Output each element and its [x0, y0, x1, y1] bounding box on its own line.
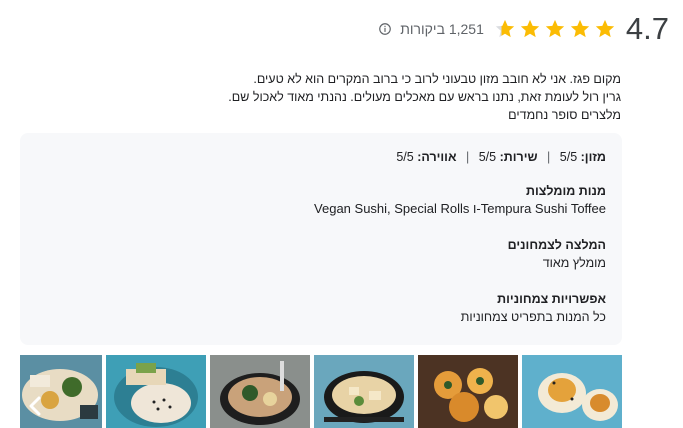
section-title: מנות מומלצות	[526, 184, 606, 198]
food-photo[interactable]	[522, 355, 622, 428]
reviews-label[interactable]: 1,251 ביקורות	[400, 21, 484, 37]
service-label: שירות:	[499, 150, 538, 164]
photo-strip[interactable]	[20, 355, 622, 428]
food-score: 5/5	[559, 150, 578, 164]
separator: |	[465, 150, 470, 164]
vegetarian-options: אפשרויות צמחוניות כל המנות בתפריט צמחוני…	[36, 290, 606, 326]
food-photo-icon	[418, 355, 518, 428]
food-photo-icon	[106, 355, 206, 428]
food-photo[interactable]	[314, 355, 414, 428]
rating-summary: 4.7 1,251 ביקורות	[349, 8, 669, 50]
section-value: כל המנות בתפריט צמחוניות	[460, 310, 606, 324]
prev-photos-button[interactable]	[24, 392, 46, 420]
section-title: אפשרויות צמחוניות	[497, 292, 606, 306]
review-line: מקום פגז. אני לא חובב מזון טבעוני לרוב כ…	[253, 72, 621, 86]
rating-stars	[494, 18, 616, 40]
rating-score: 4.7	[625, 11, 669, 46]
star-icon	[595, 19, 615, 38]
section-value: Tempura Sushi Toffee-ו Vegan Sushi, Spec…	[314, 201, 606, 216]
food-photo[interactable]	[106, 355, 206, 428]
recommended-dishes: מנות מומלצות Tempura Sushi Toffee-ו Vega…	[36, 182, 606, 218]
star-icon	[570, 19, 590, 38]
section-title: המלצה לצמחונים	[507, 238, 606, 252]
info-icon[interactable]	[378, 22, 392, 36]
star-icon	[520, 19, 540, 38]
atmosphere-score: 5/5	[396, 150, 414, 164]
chevron-left-icon	[29, 396, 41, 416]
service-score: 5/5	[478, 150, 497, 164]
food-photo[interactable]	[210, 355, 310, 428]
section-value: מומלץ מאוד	[542, 256, 606, 270]
food-photo-icon	[314, 355, 414, 428]
vegetarian-recommendation: המלצה לצמחונים מומלץ מאוד	[36, 236, 606, 272]
atmosphere-label: אווירה:	[417, 150, 457, 164]
food-photo-icon	[210, 355, 310, 428]
half-star-icon	[495, 19, 515, 38]
separator: |	[547, 150, 551, 164]
food-label: מזון:	[580, 150, 606, 164]
review-text: מקום פגז. אני לא חובב מזון טבעוני לרוב כ…	[21, 70, 621, 124]
food-photo[interactable]	[418, 355, 518, 428]
food-photo-icon	[522, 355, 622, 428]
scores-row: מזון: 5/5 | שירות: 5/5 | אווירה: 5/5	[36, 150, 606, 164]
review-line: מלצרים סופר נחמדים	[508, 108, 621, 122]
star-icon	[545, 19, 565, 38]
reviews-count[interactable]: 1,251 ביקורות	[378, 21, 484, 37]
review-details-card: מזון: 5/5 | שירות: 5/5 | אווירה: 5/5 מנו…	[20, 133, 622, 345]
review-line: גרין רול לעומת זאת, נתנו בראש עם מאכלים …	[228, 90, 621, 104]
